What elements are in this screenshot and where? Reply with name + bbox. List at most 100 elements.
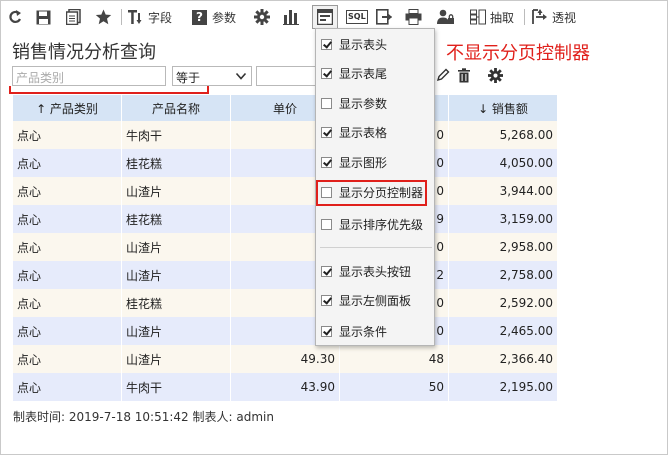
bar-chart-icon[interactable] (283, 7, 299, 27)
table-cell: 桂花糕 (121, 205, 231, 233)
toolbar-divider (121, 9, 122, 25)
table-cell: 2,366.40 (448, 345, 558, 373)
menu-item-show-left-panel[interactable]: 显示左侧面板 (316, 289, 434, 311)
checkbox[interactable] (321, 126, 332, 138)
param-button[interactable]: ? 参数 (192, 7, 236, 27)
table-cell: 点心 (13, 317, 122, 345)
trash-icon[interactable] (457, 68, 471, 86)
menu-item-show-chart[interactable]: 显示图形 (316, 151, 434, 173)
favorite-star-icon[interactable] (95, 7, 112, 27)
menu-item-show-header[interactable]: 显示表头 (316, 33, 434, 55)
checkbox[interactable] (321, 265, 332, 277)
annotation-text: 不显示分页控制器 (446, 43, 590, 64)
table-cell: 牛肉干 (121, 121, 231, 149)
refresh-icon[interactable] (8, 7, 22, 27)
edit-pencil-icon[interactable] (436, 68, 450, 85)
menu-item-show-params[interactable]: 显示参数 (316, 92, 434, 114)
highlight-box (9, 86, 209, 94)
table-cell: 牛肉干 (121, 373, 231, 401)
table-cell: 山渣片 (121, 345, 231, 373)
checkbox[interactable] (321, 325, 332, 337)
table-row: 点心 山渣片 49.30 48 2,366.40 (13, 345, 558, 373)
table-cell: 点心 (13, 289, 122, 317)
checkbox[interactable] (321, 294, 332, 306)
report-title: 销售情况分析查询 (12, 42, 156, 63)
report-footer: 制表时间: 2019-7-18 10:51:42 制表人: admin (13, 410, 274, 424)
param-label: 参数 (212, 10, 237, 25)
settings-gear-icon[interactable] (488, 68, 503, 86)
menu-item-label: 显示图形 (339, 155, 388, 170)
extract-icon (470, 9, 486, 25)
save-as-icon[interactable] (66, 7, 82, 27)
sql-icon[interactable]: SQL (346, 7, 368, 27)
sales-table: ↑ 产品类别 产品名称 单价 ↓ 销售额 点心 牛肉干 43 0 5,268.0… (13, 95, 558, 401)
table-row: 点心 桂花糕 64 0 2,592.00 (13, 289, 558, 317)
menu-item-label: 显示左侧面板 (339, 293, 412, 308)
table-cell: 2,592.00 (448, 289, 558, 317)
menu-item-label: 显示表尾 (339, 66, 388, 81)
table-cell: 2,195.00 (448, 373, 558, 401)
menu-item-label: 显示参数 (339, 96, 388, 111)
export-icon[interactable] (376, 7, 392, 27)
menu-item-label: 显示表格 (339, 125, 388, 140)
pivot-button[interactable]: 透视 (532, 7, 576, 27)
table-cell: 点心 (13, 261, 122, 289)
table-cell: 4,050.00 (448, 149, 558, 177)
highlight-box (316, 180, 427, 206)
chevron-down-icon (235, 70, 247, 85)
extract-label: 抽取 (490, 10, 515, 25)
extract-button[interactable]: 抽取 (470, 7, 514, 27)
field-label: 字段 (148, 10, 173, 25)
column-header-sales[interactable]: ↓ 销售额 (448, 95, 558, 121)
menu-item-label: 显示表头按钮 (339, 264, 412, 279)
table-cell: 山渣片 (121, 233, 231, 261)
menu-item-show-footer[interactable]: 显示表尾 (316, 62, 434, 84)
field-button[interactable]: 字段 (128, 7, 172, 27)
checkbox[interactable] (321, 67, 332, 79)
table-cell: 点心 (13, 149, 122, 177)
condition-operator-value: 等于 (176, 71, 201, 85)
checkbox[interactable] (321, 38, 332, 50)
pivot-icon (532, 9, 547, 24)
table-cell: 3,159.00 (448, 205, 558, 233)
condition-value-input[interactable] (256, 66, 316, 86)
table-cell: 49.30 (230, 345, 340, 373)
layout-window-icon (317, 7, 333, 27)
table-cell: 桂花糕 (121, 289, 231, 317)
table-row: 点心 牛肉干 43.90 50 2,195.00 (13, 373, 558, 401)
table-cell: 桂花糕 (121, 149, 231, 177)
checkbox[interactable] (321, 218, 332, 230)
table-cell: 山渣片 (121, 177, 231, 205)
column-header-product[interactable]: 产品名称 (121, 95, 231, 121)
table-cell: 点心 (13, 373, 122, 401)
table-cell: 2,465.00 (448, 317, 558, 345)
user-lock-icon[interactable] (437, 7, 455, 27)
menu-item-show-header-buttons[interactable]: 显示表头按钮 (316, 260, 434, 282)
table-cell: 点心 (13, 205, 122, 233)
condition-field-input[interactable]: 产品类别 (12, 66, 166, 86)
table-cell: 山渣片 (121, 317, 231, 345)
table-row: 点心 山渣片 49 0 2,958.00 (13, 233, 558, 261)
column-header-category[interactable]: ↑ 产品类别 (13, 95, 122, 121)
field-icon (128, 10, 142, 24)
menu-item-show-conditions[interactable]: 显示条件 (316, 320, 434, 342)
table-cell: 48 (339, 345, 449, 373)
checkbox[interactable] (321, 97, 332, 109)
gear-icon[interactable] (254, 7, 270, 27)
toolbar-divider (524, 9, 525, 25)
table-row: 点心 牛肉干 43 0 5,268.00 (13, 121, 558, 149)
condition-operator-select[interactable]: 等于 (172, 66, 252, 86)
table-header-row: ↑ 产品类别 产品名称 单价 ↓ 销售额 (13, 95, 558, 121)
menu-item-label: 显示表头 (339, 37, 388, 52)
menu-divider (320, 247, 432, 248)
menu-item-label: 显示条件 (339, 324, 388, 339)
table-cell: 5,268.00 (448, 121, 558, 149)
menu-item-show-sort-priority[interactable]: 显示排序优先级 (316, 213, 434, 235)
table-row: 点心 桂花糕 81 9 3,159.00 (13, 205, 558, 233)
checkbox[interactable] (321, 156, 332, 168)
menu-item-show-table[interactable]: 显示表格 (316, 121, 434, 143)
print-icon[interactable] (405, 7, 422, 27)
table-cell: 2,958.00 (448, 233, 558, 261)
save-icon[interactable] (36, 7, 51, 27)
table-cell: 点心 (13, 233, 122, 261)
